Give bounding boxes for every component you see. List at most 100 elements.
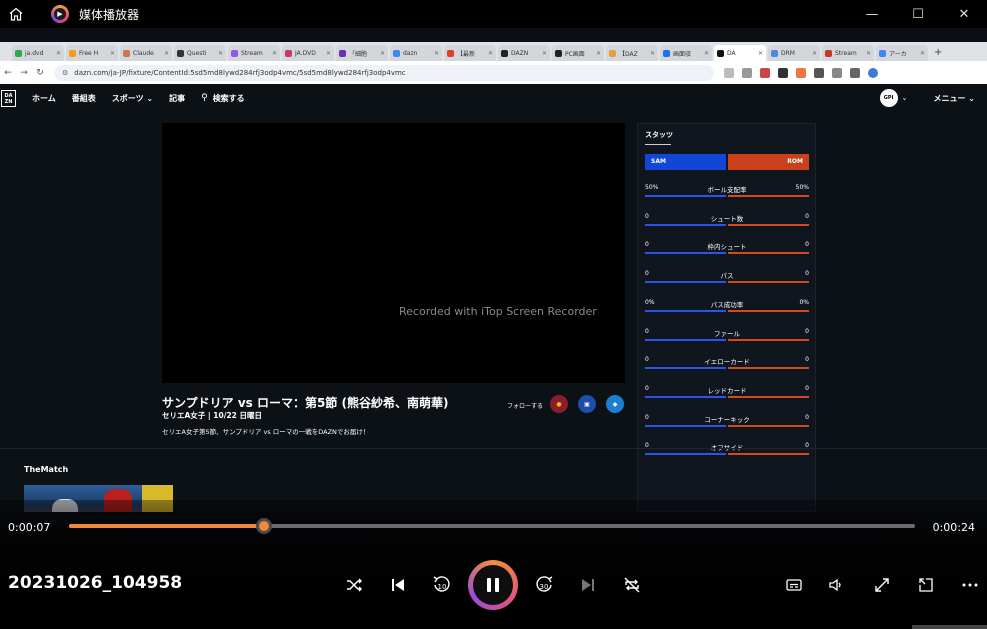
tab-close-icon[interactable]: ✕ — [812, 50, 817, 57]
avatar[interactable]: GPI — [879, 89, 898, 107]
forward-30-button[interactable]: 30 — [531, 572, 557, 598]
tab-close-icon[interactable]: ✕ — [434, 50, 439, 57]
tab-close-icon[interactable]: ✕ — [704, 50, 709, 57]
tab-close-icon[interactable]: ✕ — [218, 50, 223, 57]
extension-icon[interactable] — [850, 67, 860, 78]
tab-close-icon[interactable]: ✕ — [542, 50, 547, 57]
stat-row: 0 コーナーキック 0 — [645, 414, 809, 428]
extension-icon[interactable] — [724, 67, 734, 78]
stat-name: シュート数 — [710, 214, 744, 223]
serie-a-crest-icon[interactable]: ▣ — [578, 395, 596, 413]
tab-close-icon[interactable]: ✕ — [326, 50, 331, 57]
browser-tab[interactable]: JA.DVD ✕ — [282, 45, 334, 61]
nav-schedule[interactable]: 番組表 — [72, 93, 96, 104]
browser-tab[interactable]: 【DAZ ✕ — [606, 45, 658, 61]
browser-tab[interactable]: DAZN ✕ — [498, 45, 550, 61]
dazn-logo[interactable]: DA ZN — [1, 89, 16, 107]
repeat-button[interactable] — [619, 572, 645, 598]
extension-icon[interactable] — [814, 67, 824, 78]
tab-favicon-icon — [771, 49, 778, 57]
browser-tab[interactable]: 【最新 ✕ — [444, 45, 496, 61]
extension-icon[interactable] — [742, 67, 752, 78]
nav-search[interactable]: ⚲ 検索する — [201, 93, 245, 104]
sampdoria-crest-icon[interactable]: ◆ — [606, 395, 624, 413]
forward-icon[interactable]: → — [16, 68, 32, 78]
seek-bar[interactable] — [69, 518, 915, 534]
profile-icon[interactable] — [868, 67, 878, 78]
tab-close-icon[interactable]: ✕ — [272, 50, 277, 57]
tab-label: 「細胞 — [349, 50, 368, 58]
browser-tab[interactable]: DRM ✕ — [768, 45, 820, 61]
browser-tab[interactable]: Stream ✕ — [228, 45, 280, 61]
extension-icon[interactable] — [832, 67, 842, 78]
minimize-button[interactable]: — — [849, 0, 895, 28]
stat-name: イエローカード — [704, 358, 750, 367]
shuffle-icon — [347, 578, 362, 592]
stat-home-bar — [645, 195, 726, 197]
stat-away-bar — [728, 223, 809, 226]
forward-30-icon: 30 — [536, 576, 553, 592]
recorder-watermark: Recorded with iTop Screen Recorder — [399, 305, 597, 318]
previous-button[interactable] — [385, 572, 411, 598]
extension-icon[interactable] — [796, 67, 806, 78]
browser-tab[interactable]: DA ✕ — [714, 45, 766, 61]
tab-close-icon[interactable]: ✕ — [596, 50, 601, 57]
stats-header[interactable]: スタッツ — [645, 130, 673, 140]
tab-favicon-icon — [231, 49, 238, 57]
tab-close-icon[interactable]: ✕ — [488, 50, 493, 57]
tab-close-icon[interactable]: ✕ — [164, 50, 169, 57]
browser-tab[interactable]: Claude ✕ — [120, 45, 172, 61]
browser-tab[interactable]: ja.dvd ✕ — [12, 45, 64, 61]
nav-sports[interactable]: スポーツ ⌄ — [112, 93, 153, 104]
browser-tab[interactable]: Free H ✕ — [66, 45, 118, 61]
nav-home[interactable]: ホーム — [32, 93, 56, 104]
chevron-down-icon[interactable]: ⌄ — [902, 94, 908, 102]
fullscreen-button[interactable] — [869, 572, 895, 598]
extension-icon[interactable] — [778, 67, 788, 78]
roma-crest-icon[interactable]: ● — [550, 395, 568, 413]
volume-button[interactable] — [823, 572, 849, 598]
tab-close-icon[interactable]: ✕ — [920, 50, 925, 57]
browser-tab[interactable]: PC画面 ✕ — [552, 45, 604, 61]
browser-tab[interactable]: Questi ✕ — [174, 45, 226, 61]
nav-menu[interactable]: メニュー ⌄ — [934, 93, 976, 104]
tab-label: PC画面 — [565, 50, 585, 58]
mini-player-button[interactable] — [913, 572, 939, 598]
title-bar: ▶ 媒体播放器 — ☐ ✕ — [0, 0, 987, 28]
maximize-button[interactable]: ☐ — [895, 0, 941, 28]
tab-close-icon[interactable]: ✕ — [650, 50, 655, 57]
tab-close-icon[interactable]: ✕ — [380, 50, 385, 57]
tab-close-icon[interactable]: ✕ — [866, 50, 871, 57]
browser-tab[interactable]: 「細胞 ✕ — [336, 45, 388, 61]
browser-tab[interactable]: dazn ✕ — [390, 45, 442, 61]
more-options-button[interactable] — [957, 572, 983, 598]
browser-tab[interactable]: 画面収 ✕ — [660, 45, 712, 61]
next-button[interactable] — [575, 572, 601, 598]
tab-label: DAZN — [511, 49, 529, 57]
back-icon[interactable]: ← — [0, 68, 16, 78]
tab-close-icon[interactable]: ✕ — [758, 50, 763, 57]
tab-close-icon[interactable]: ✕ — [110, 50, 115, 57]
follow-label: フォローする — [507, 403, 544, 410]
stat-away-bar — [728, 281, 809, 284]
tab-label: DA — [727, 49, 736, 57]
tab-favicon-icon — [825, 49, 832, 57]
pause-button[interactable] — [468, 560, 518, 610]
dazn-nav: DA ZN ホーム 番組表 スポーツ ⌄ 記事 ⚲ 検索する GPI ⌄ メニュ… — [0, 84, 987, 112]
close-button[interactable]: ✕ — [941, 0, 987, 28]
shuffle-button[interactable] — [341, 572, 367, 598]
captions-button[interactable] — [781, 572, 807, 598]
reload-icon[interactable]: ↻ — [32, 68, 48, 78]
video-player-area[interactable]: Recorded with iTop Screen Recorder — [162, 123, 625, 383]
stat-name: ボール支配率 — [707, 186, 747, 194]
browser-tab[interactable]: Stream ✕ — [822, 45, 874, 61]
window-edge — [912, 625, 987, 629]
address-bar[interactable]: ⚙ dazn.com/ja-JP/fixture/ContentId:5sd5m… — [54, 64, 714, 81]
nav-articles[interactable]: 記事 — [169, 93, 185, 104]
tab-close-icon[interactable]: ✕ — [56, 50, 61, 57]
extension-icon[interactable] — [760, 67, 770, 78]
rewind-10-button[interactable]: 10 — [429, 572, 455, 598]
browser-tab[interactable]: アーカ ✕ — [876, 45, 928, 61]
new-tab-button[interactable]: + — [934, 45, 942, 61]
home-button[interactable] — [0, 0, 32, 28]
